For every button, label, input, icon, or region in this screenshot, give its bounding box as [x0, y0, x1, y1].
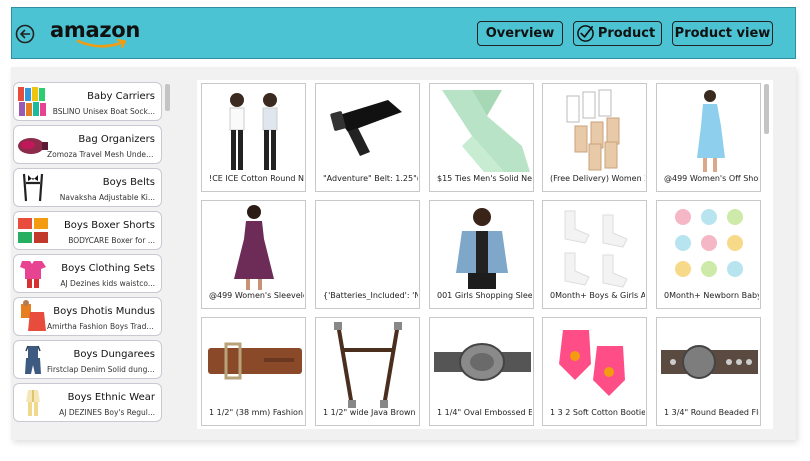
denim-jacket-image	[456, 208, 508, 289]
category-subtitle: AJ DEZINES Boy's Regul...	[59, 408, 155, 417]
category-card[interactable]: Bag Organizers Zomoza Travel Mesh Underw…	[13, 125, 162, 164]
white-socks-image	[564, 210, 628, 288]
dungarees-thumbnail-icon	[25, 345, 41, 374]
product-card[interactable]: "Adventure" Belt: 1.25"(3	[315, 83, 420, 192]
green-tie-image	[442, 90, 530, 172]
product-card[interactable]: 0Month+ Newborn Baby	[656, 200, 761, 309]
category-card[interactable]: Boys Belts Navaksha Adjustable Ki...	[13, 168, 162, 207]
purple-dress-image	[234, 205, 274, 290]
product-card[interactable]: 1 1/2" wide Java Brown I	[315, 317, 420, 426]
product-view-button[interactable]: Product view	[672, 21, 773, 46]
product-title: 0Month+ Newborn Baby	[664, 291, 759, 300]
product-card[interactable]: 0Month+ Boys & Girls An	[542, 200, 647, 309]
beaded-belt-image	[661, 345, 758, 379]
socks-thumbnail-icon	[18, 87, 46, 116]
category-card[interactable]: Boys Clothing Sets AJ Dezines kids waist…	[13, 254, 162, 293]
clothing-set-thumbnail-icon	[20, 261, 46, 288]
product-card[interactable]: 1 1/2" (38 mm) Fashion C	[201, 317, 306, 426]
category-title: Bag Organizers	[78, 134, 155, 145]
overview-button[interactable]: Overview	[477, 21, 563, 46]
boxers-thumbnail-icon	[18, 218, 48, 243]
sidebar-scrollbar[interactable]	[165, 84, 170, 111]
product-card[interactable]: 001 Girls Shopping Sleev	[429, 200, 534, 309]
category-subtitle: Navaksha Adjustable Ki...	[59, 193, 155, 202]
category-title: Boys Clothing Sets	[61, 263, 155, 274]
product-title: "Adventure" Belt: 1.25"(3	[323, 174, 418, 183]
overview-label: Overview	[485, 26, 555, 41]
product-title: @499 Women's Off Shou	[664, 174, 759, 183]
category-card[interactable]: Boys Boxer Shorts BODYCARE Boxer for ...	[13, 211, 162, 250]
suspenders-thumbnail-icon	[22, 173, 44, 202]
product-grid-scrollbar[interactable]	[764, 84, 769, 134]
header-bar: amazon Overview Product Product view	[11, 7, 796, 59]
product-card[interactable]: 1 3 2 Soft Cotton Booties	[542, 317, 647, 426]
product-card[interactable]: {'Batteries_Included': 'No	[315, 200, 420, 309]
category-list[interactable]: Baby Carriers BSLINO Unisex Boat Sock...…	[13, 82, 163, 425]
pink-booties-image	[559, 330, 625, 396]
category-card[interactable]: Boys Dungarees Firstclap Denim Solid dun…	[13, 340, 162, 379]
product-title: $15 Ties Men's Solid Nec	[437, 174, 532, 183]
two-girls-image	[229, 93, 278, 170]
product-title: 1 1/4" Oval Embossed Er	[437, 408, 532, 417]
smile-arrow-icon	[76, 38, 127, 49]
check-circle-icon	[576, 25, 594, 42]
product-title: !CE ICE Cotton Round Ne	[209, 174, 304, 183]
product-card[interactable]: @499 Women's Sleevele	[201, 200, 306, 309]
category-title: Boys Belts	[102, 177, 155, 188]
product-view-label: Product view	[674, 26, 771, 41]
product-card[interactable]: !CE ICE Cotton Round Ne	[201, 83, 306, 192]
category-subtitle: Amirtha Fashion Boys Traditi...	[47, 322, 155, 331]
category-title: Boys Dungarees	[73, 349, 155, 360]
category-card[interactable]: Baby Carriers BSLINO Unisex Boat Sock...	[13, 82, 162, 121]
category-subtitle: AJ Dezines kids waistco...	[60, 279, 155, 288]
product-title: @499 Women's Sleevele	[209, 291, 304, 300]
brown-belt-image	[208, 342, 302, 380]
app-root: amazon Overview Product Product view Bab…	[0, 0, 810, 461]
back-arrow-icon[interactable]	[15, 24, 35, 44]
category-title: Boys Boxer Shorts	[63, 220, 155, 231]
product-title: 0Month+ Boys & Girls An	[550, 291, 645, 300]
ethnic-wear-thumbnail-icon	[26, 390, 40, 416]
category-title: Boys Dhotis Mundus	[53, 306, 155, 317]
product-title: 001 Girls Shopping Sleev	[437, 291, 532, 300]
category-card[interactable]: Boys Ethnic Wear AJ DEZINES Boy's Regul.…	[13, 383, 162, 422]
amazon-logo[interactable]: amazon	[50, 18, 146, 50]
oval-buckle-belt-image	[434, 343, 531, 381]
product-title: {'Batteries_Included': 'No	[323, 291, 418, 300]
category-card[interactable]: Boys Dhotis Mundus Amirtha Fashion Boys …	[13, 297, 162, 336]
bag-thumbnail-icon	[18, 138, 48, 154]
dhoti-thumbnail-icon	[21, 300, 46, 331]
product-title: (Free Delivery) Women 2	[550, 174, 645, 183]
blank-image	[318, 203, 419, 291]
baby-caps-image	[675, 209, 743, 277]
product-title: 1 1/2" (38 mm) Fashion C	[209, 408, 304, 417]
product-title: 1 3 2 Soft Cotton Booties	[550, 408, 645, 417]
product-card[interactable]: 1 3/4" Round Beaded Flo	[656, 317, 761, 426]
product-label: Product	[597, 26, 656, 41]
product-card[interactable]: $15 Ties Men's Solid Nec	[429, 83, 534, 192]
suspenders-image	[334, 322, 402, 408]
product-button[interactable]: Product	[573, 21, 662, 46]
product-card[interactable]: @499 Women's Off Shou	[656, 83, 761, 192]
product-grid: !CE ICE Cotton Round Ne "Adventure" Belt…	[197, 80, 773, 429]
product-title: 1 1/2" wide Java Brown I	[323, 408, 418, 417]
bra-extenders-image	[566, 89, 620, 171]
category-subtitle: BSLINO Unisex Boat Sock...	[52, 107, 155, 116]
category-subtitle: Zomoza Travel Mesh Underwe...	[47, 150, 155, 159]
category-subtitle: Firstclap Denim Solid dungre...	[47, 365, 155, 374]
product-card[interactable]: (Free Delivery) Women 2	[542, 83, 647, 192]
product-card[interactable]: 1 1/4" Oval Embossed Er	[429, 317, 534, 426]
category-title: Baby Carriers	[87, 91, 155, 102]
black-strap-image	[330, 100, 402, 156]
category-title: Boys Ethnic Wear	[67, 392, 155, 403]
category-subtitle: BODYCARE Boxer for ...	[68, 236, 155, 245]
product-title: 1 3/4" Round Beaded Flo	[664, 408, 759, 417]
blue-dress-image	[697, 90, 725, 172]
